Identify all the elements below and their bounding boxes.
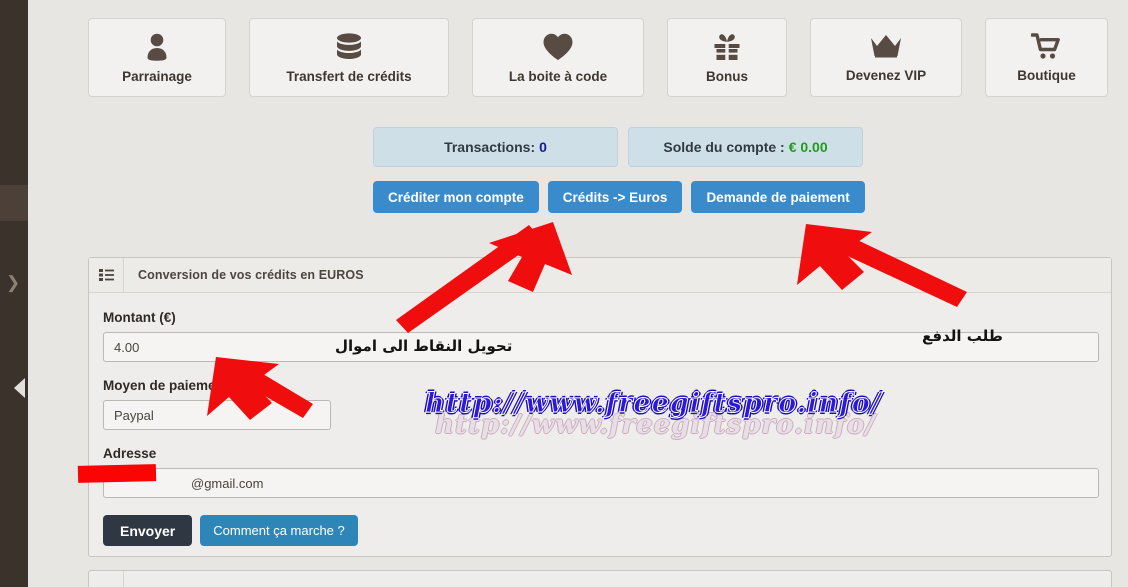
nav-tile-devenez-vip[interactable]: Devenez VIP: [810, 18, 962, 97]
address-label: Adresse: [103, 446, 157, 461]
nav-tile-label: Transfert de crédits: [286, 68, 412, 84]
address-input[interactable]: [103, 468, 1099, 498]
heart-icon: [542, 32, 574, 62]
balance-value: € 0.00: [788, 139, 828, 155]
how-it-works-button[interactable]: Comment ça marche ?: [200, 515, 358, 546]
nav-tile-la-boite-a-code[interactable]: La boite à code: [472, 18, 644, 97]
payment-method-label: Moyen de paiement: [103, 378, 229, 393]
nav-tile-transfert-de-credits[interactable]: Transfert de crédits: [249, 18, 449, 97]
transactions-value: 0: [539, 139, 547, 155]
page-content: Parrainage Transfert de crédits La boite…: [28, 0, 1128, 587]
nav-tile-label: Parrainage: [122, 68, 192, 84]
nav-tile-bonus[interactable]: Bonus: [667, 18, 787, 97]
secondary-panel-icon-cell: [89, 571, 124, 587]
transactions-label: Transactions:: [444, 139, 536, 155]
transactions-box: Transactions: 0: [373, 127, 618, 167]
crown-icon: [869, 33, 903, 61]
panel-title: Conversion de vos crédits en EUROS: [138, 268, 364, 282]
nav-tile-label: Devenez VIP: [845, 67, 927, 83]
nav-tile-label: Boutique: [1017, 67, 1076, 83]
submit-button[interactable]: Envoyer: [103, 515, 193, 546]
account-stats: Transactions: 0 Solde du compte : € 0.00: [373, 127, 863, 167]
email-redaction-bar: [77, 464, 157, 483]
secondary-panel: [88, 570, 1112, 587]
annotation-arabic-payment-request: طلب الدفع: [922, 327, 1003, 345]
user-icon: [144, 32, 170, 62]
top-nav-tiles: Parrainage Transfert de crédits La boite…: [88, 18, 1112, 97]
gift-icon: [712, 32, 742, 62]
account-actions: Créditer mon compte Crédits -> Euros Dem…: [373, 181, 865, 213]
form-buttons: Envoyer Comment ça marche ?: [103, 515, 1097, 546]
screenshot-root: ❯ Parrainage Transfert de crédits La boi…: [0, 0, 1128, 587]
credits-to-euros-button[interactable]: Crédits -> Euros: [547, 181, 683, 213]
balance-box: Solde du compte : € 0.00: [628, 127, 863, 167]
secondary-panel-header: [89, 571, 1111, 587]
sidebar-collapse-block[interactable]: [0, 185, 28, 398]
shopping-cart-icon: [1030, 32, 1063, 61]
conversion-panel: Conversion de vos crédits en EUROS Monta…: [88, 257, 1112, 557]
chevron-left-icon[interactable]: [14, 378, 25, 398]
nav-tile-boutique[interactable]: Boutique: [985, 18, 1108, 97]
nav-tile-label: La boite à code: [508, 68, 608, 84]
list-icon: [89, 258, 124, 292]
annotation-arabic-convert: تحويل النقاط الى اموال: [335, 337, 513, 355]
balance-label: Solde du compte :: [663, 139, 785, 155]
nav-tile-label: Bonus: [706, 68, 748, 84]
panel-header: Conversion de vos crédits en EUROS: [89, 258, 1111, 293]
credit-account-button[interactable]: Créditer mon compte: [373, 181, 539, 213]
left-sidebar-rail: ❯: [0, 0, 28, 587]
database-icon: [333, 32, 365, 62]
amount-label: Montant (€): [103, 310, 176, 325]
payment-method-input[interactable]: [103, 400, 331, 430]
nav-tile-parrainage[interactable]: Parrainage: [88, 18, 226, 97]
payment-request-button[interactable]: Demande de paiement: [691, 181, 865, 213]
chevron-right-icon[interactable]: ❯: [6, 274, 20, 291]
